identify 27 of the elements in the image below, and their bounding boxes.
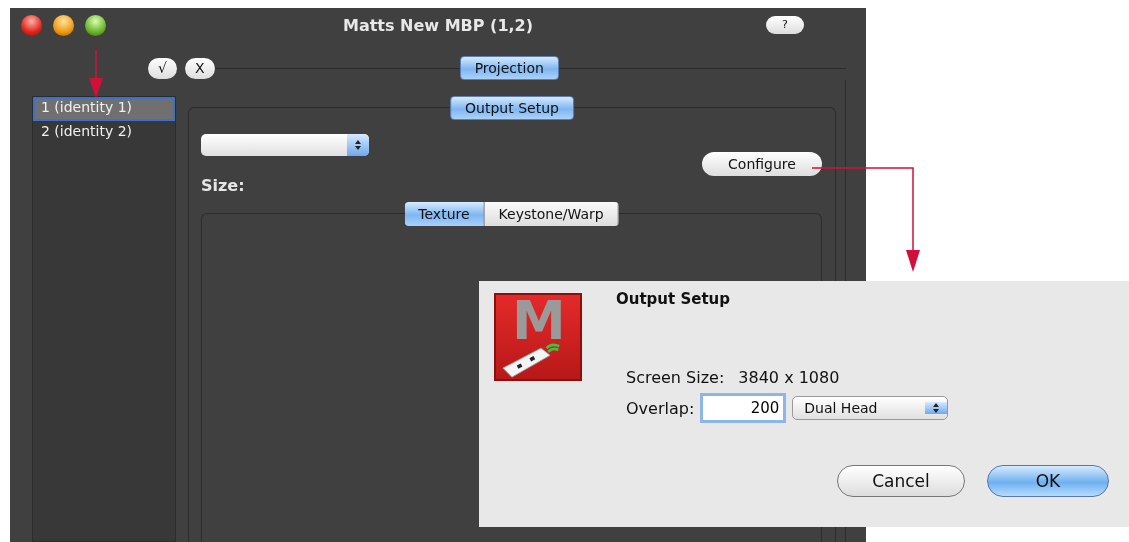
zoom-icon[interactable]	[85, 14, 106, 36]
output-list-item[interactable]: 2 (identity 2)	[33, 121, 175, 145]
output-setup-tab[interactable]: Output Setup	[450, 96, 574, 120]
overlap-label: Overlap:	[626, 398, 695, 418]
segment-tab[interactable]: Keystone/Warp	[484, 202, 619, 226]
logo-letter: M	[512, 299, 566, 343]
stepper-icon	[925, 402, 948, 414]
mode-popup[interactable]: Dual Head	[792, 396, 949, 420]
confirm-button[interactable]: √	[148, 57, 177, 79]
dialog-title: Output Setup	[616, 290, 731, 308]
dialog-button[interactable]: OK	[987, 465, 1109, 497]
overlap-field[interactable]: 200	[700, 393, 787, 423]
close-icon[interactable]	[21, 14, 42, 36]
dialog-button[interactable]: Cancel	[837, 465, 965, 497]
output-list-item[interactable]: 1 (identity 1)	[33, 97, 175, 121]
stepper-icon	[347, 134, 369, 156]
size-label: Size:	[201, 176, 246, 195]
configure-button[interactable]: Configure	[702, 152, 822, 176]
projection-tab[interactable]: Projection	[459, 56, 559, 80]
help-button[interactable]: ?	[766, 16, 804, 34]
screen-size-value: 3840 x 1080	[738, 368, 840, 387]
minimize-icon[interactable]	[53, 14, 74, 36]
annotation-arrow	[89, 49, 103, 98]
window-title: Matts New MBP (1,2)	[342, 15, 534, 35]
dismiss-button[interactable]: X	[184, 57, 215, 79]
segment-tab[interactable]: Texture	[404, 202, 485, 226]
screen-size-label: Screen Size:	[626, 368, 725, 387]
